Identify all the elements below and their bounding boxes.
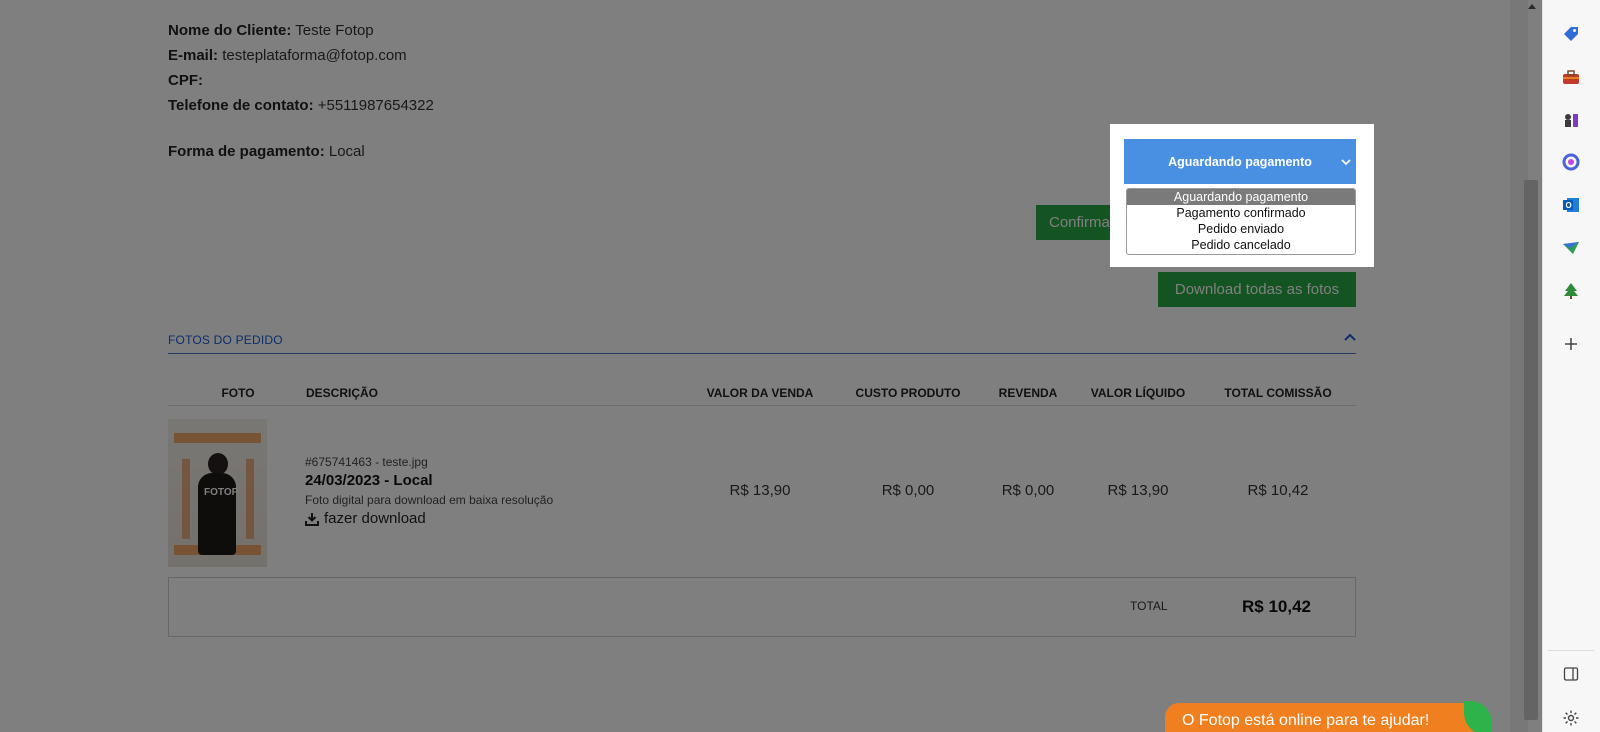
sidebar-divider bbox=[1548, 650, 1594, 651]
copilot-icon[interactable] bbox=[1561, 152, 1581, 172]
outlook-icon[interactable]: O bbox=[1561, 195, 1581, 215]
chess-icon[interactable] bbox=[1561, 110, 1581, 130]
status-option-awaiting[interactable]: Aguardando pagamento bbox=[1127, 189, 1355, 205]
toolbox-icon[interactable] bbox=[1561, 67, 1581, 87]
modal-backdrop[interactable] bbox=[0, 0, 1542, 732]
settings-icon[interactable] bbox=[1561, 708, 1581, 728]
panel-icon[interactable] bbox=[1561, 664, 1581, 684]
status-select[interactable]: Aguardando pagamento bbox=[1124, 139, 1356, 184]
tree-icon[interactable] bbox=[1561, 281, 1581, 301]
status-option-confirmed[interactable]: Pagamento confirmado bbox=[1127, 205, 1355, 221]
status-options-list: Aguardando pagamento Pagamento confirmad… bbox=[1126, 188, 1356, 255]
send-icon[interactable] bbox=[1561, 238, 1581, 258]
status-option-sent[interactable]: Pedido enviado bbox=[1127, 221, 1355, 237]
tag-icon[interactable] bbox=[1561, 24, 1581, 44]
svg-text:O: O bbox=[1566, 201, 1572, 210]
chevron-down-icon bbox=[1341, 159, 1351, 166]
chat-widget[interactable]: O Fotop está online para te ajudar! bbox=[1165, 703, 1483, 732]
status-option-cancelled[interactable]: Pedido cancelado bbox=[1127, 237, 1355, 253]
add-icon[interactable] bbox=[1561, 334, 1581, 354]
